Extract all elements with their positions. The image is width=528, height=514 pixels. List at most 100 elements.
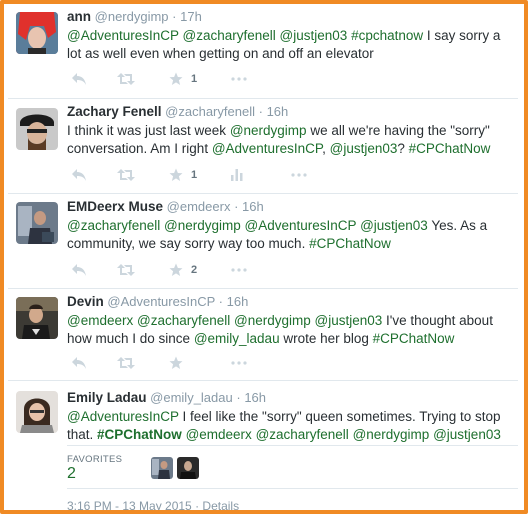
tweet-expanded[interactable]: Emily Ladau @emily_ladau · 16h @Adventur…	[8, 381, 518, 510]
mention-link[interactable]: @nerdygimp	[230, 123, 307, 138]
tweet-content: ann @nerdygimp · 17h @AdventuresInCP @za…	[67, 8, 510, 63]
separator-dot: ·	[236, 390, 241, 405]
timestamp[interactable]: 16h	[267, 104, 289, 119]
tweet-text: I think it was just last week @nerdygimp…	[67, 122, 510, 158]
mention-link[interactable]: @nerdygimp	[164, 218, 241, 233]
hashtag-link[interactable]: #cpchatnow	[351, 28, 423, 43]
separator-dot: ·	[258, 104, 263, 119]
avatar[interactable]	[16, 12, 58, 54]
more-icon	[231, 268, 247, 272]
mention-link[interactable]: @justjen03	[360, 218, 428, 233]
tweet-timestamp-detail[interactable]: 3:16 PM - 13 May 2015 · Details	[67, 499, 239, 510]
favoriter-avatar[interactable]	[177, 457, 199, 479]
reply-button[interactable]	[71, 355, 87, 371]
user-name[interactable]: ann	[67, 9, 91, 24]
mention-link[interactable]: @zacharyfenell	[256, 427, 349, 442]
timestamp[interactable]: 16h	[244, 390, 266, 405]
user-handle[interactable]: @nerdygimp	[95, 9, 169, 24]
favorite-count: 1	[191, 169, 198, 181]
tweet-stats: FAVORITES 2	[67, 445, 518, 489]
tweet-text-segment: wrote her blog	[279, 331, 373, 346]
hashtag-link[interactable]: #CPChatNow	[309, 236, 391, 251]
tweet[interactable]: Devin @AdventuresInCP · 16h @emdeerx @za…	[8, 289, 518, 381]
favorite-count: 2	[191, 264, 198, 276]
user-handle[interactable]: @emdeerx	[167, 199, 231, 214]
tweet-content: Emily Ladau @emily_ladau · 16h @Adventur…	[67, 389, 510, 444]
more-button[interactable]	[231, 262, 247, 278]
favorite-button[interactable]: 1	[169, 71, 197, 87]
star-icon	[169, 356, 183, 369]
mention-link[interactable]: @justjen03	[330, 141, 398, 156]
mention-link[interactable]: @nerdygimp	[234, 313, 311, 328]
conversation-frame: ann @nerdygimp · 17h @AdventuresInCP @za…	[0, 0, 528, 514]
more-icon	[231, 77, 247, 81]
tweet-text: @zacharyfenell @nerdygimp @AdventuresInC…	[67, 217, 510, 253]
avatar[interactable]	[16, 108, 58, 150]
reply-icon	[72, 264, 86, 276]
mention-link[interactable]: @AdventuresInCP	[245, 218, 357, 233]
star-icon	[169, 168, 183, 181]
user-name[interactable]: Emily Ladau	[67, 390, 147, 405]
user-handle[interactable]: @emily_ladau	[150, 390, 233, 405]
tweet[interactable]: Zachary Fenell @zacharyfenell · 16h I th…	[8, 99, 518, 194]
tweet-text: @AdventuresInCP @zacharyfenell @justjen0…	[67, 27, 510, 63]
retweet-button[interactable]	[117, 167, 135, 183]
favoriter-avatar[interactable]	[151, 457, 173, 479]
avatar[interactable]	[16, 391, 58, 433]
mention-link[interactable]: @zacharyfenell	[137, 313, 230, 328]
tweet[interactable]: EMDeerx Muse @emdeerx · 16h @zacharyfene…	[8, 194, 518, 289]
timestamp[interactable]: 16h	[227, 294, 249, 309]
retweet-button[interactable]	[117, 71, 135, 87]
retweet-icon	[117, 357, 135, 369]
favorite-button[interactable]: 1	[169, 167, 197, 183]
timestamp[interactable]: 17h	[180, 9, 202, 24]
hashtag-link[interactable]: #CPChatNow	[409, 141, 491, 156]
mention-link[interactable]: @AdventuresInCP	[67, 28, 179, 43]
mention-link[interactable]: @zacharyfenell	[183, 28, 276, 43]
retweet-icon	[117, 169, 135, 181]
reply-icon	[72, 73, 86, 85]
favorite-count: 1	[191, 73, 198, 85]
favorite-button[interactable]	[169, 355, 191, 371]
hashtag-link[interactable]: #CPChatNow	[97, 427, 182, 442]
tweet-text-segment: I think it was just last week	[67, 123, 230, 138]
mention-link[interactable]: @justjen03	[315, 313, 383, 328]
favorites-count: 2	[67, 465, 76, 482]
reply-button[interactable]	[71, 262, 87, 278]
tweet-content: Devin @AdventuresInCP · 16h @emdeerx @za…	[67, 293, 510, 348]
user-handle[interactable]: @AdventuresInCP	[107, 294, 215, 309]
reply-button[interactable]	[71, 71, 87, 87]
mention-link[interactable]: @AdventuresInCP	[67, 409, 179, 424]
more-button[interactable]	[231, 355, 247, 371]
tweet-text: @AdventuresInCP I feel like the "sorry" …	[67, 408, 510, 444]
favorite-button[interactable]: 2	[169, 262, 197, 278]
mention-link[interactable]: @zacharyfenell	[67, 218, 160, 233]
tweet-header: Emily Ladau @emily_ladau · 16h	[67, 389, 510, 407]
reply-button[interactable]	[71, 167, 87, 183]
mention-link[interactable]: @nerdygimp	[353, 427, 430, 442]
mention-link[interactable]: @emily_ladau	[194, 331, 280, 346]
star-icon	[169, 263, 183, 276]
mention-link[interactable]: @AdventuresInCP	[212, 141, 322, 156]
user-handle[interactable]: @zacharyfenell	[165, 104, 255, 119]
retweet-button[interactable]	[117, 262, 135, 278]
more-button[interactable]	[291, 167, 307, 183]
mention-link[interactable]: @emdeerx	[186, 427, 252, 442]
more-button[interactable]	[231, 71, 247, 87]
avatar[interactable]	[16, 202, 58, 244]
favorites-stat[interactable]: FAVORITES 2	[67, 454, 122, 483]
retweet-button[interactable]	[117, 355, 135, 371]
tweet[interactable]: ann @nerdygimp · 17h @AdventuresInCP @za…	[8, 4, 518, 99]
mention-link[interactable]: @justjen03	[433, 427, 501, 442]
user-name[interactable]: Zachary Fenell	[67, 104, 162, 119]
tweet-text-segment: ?	[397, 141, 409, 156]
mention-link[interactable]: @justjen03	[280, 28, 348, 43]
avatar[interactable]	[16, 297, 58, 339]
favorites-label: FAVORITES	[67, 454, 123, 465]
mention-link[interactable]: @emdeerx	[67, 313, 133, 328]
timestamp[interactable]: 16h	[242, 199, 264, 214]
user-name[interactable]: EMDeerx Muse	[67, 199, 163, 214]
analytics-button[interactable]	[231, 167, 243, 183]
user-name[interactable]: Devin	[67, 294, 104, 309]
hashtag-link[interactable]: #CPChatNow	[373, 331, 455, 346]
